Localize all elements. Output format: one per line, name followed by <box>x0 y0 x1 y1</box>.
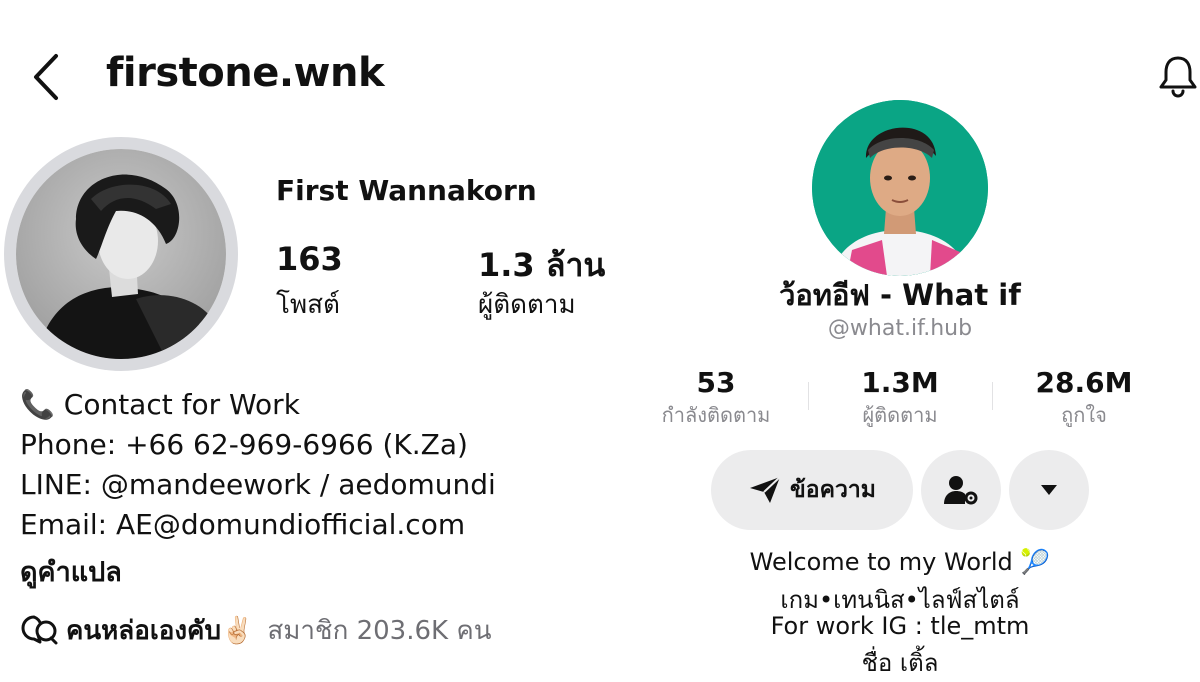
following-stat[interactable]: 53 กำลังติดตาม <box>626 366 806 431</box>
following-label: กำลังติดตาม <box>661 403 771 427</box>
notification-bell-button[interactable] <box>1158 54 1198 98</box>
followers-label: ผู้ติดตาม <box>862 403 938 427</box>
back-icon <box>34 54 58 100</box>
posts-label[interactable]: โพสต์ <box>276 284 340 325</box>
tiktok-display-name: ว้อทอีฟ - What if <box>779 278 1021 312</box>
avatar-photo <box>16 149 226 359</box>
channel-chat-icon <box>21 615 58 645</box>
back-button[interactable] <box>30 52 66 102</box>
tiktok-bio-line: ชื่อ เติ้ล <box>861 649 939 677</box>
user-settings-icon <box>944 476 978 505</box>
message-button[interactable]: ข้อความ <box>711 450 913 530</box>
tiktok-avatar[interactable] <box>812 100 988 276</box>
following-count: 53 <box>696 366 736 399</box>
bio-contact-line: 📞 Contact for Work <box>20 388 300 421</box>
caret-down-icon <box>1041 485 1057 495</box>
bell-icon <box>1159 56 1197 98</box>
tiktok-bio-line: Welcome to my World 🎾 <box>749 548 1051 576</box>
bio-line-id: LINE: @mandeework / aedomundi <box>20 468 496 501</box>
followers-count: 1.3M <box>861 366 939 399</box>
profile-username: firstone.wnk <box>106 50 385 96</box>
followers-label[interactable]: ผู้ติดตาม <box>478 284 576 325</box>
more-options-button[interactable] <box>1009 450 1089 530</box>
avatar-photo <box>812 100 988 276</box>
channel-member-count: สมาชิก 203.6K คน <box>267 615 492 646</box>
bio-email-line[interactable]: Email: AE@domundiofficial.com <box>20 508 465 541</box>
channel-name: คนหล่อเองคับ✌🏻 <box>66 615 254 646</box>
likes-count: 28.6M <box>1035 366 1133 399</box>
followers-stat[interactable]: 1.3M ผู้ติดตาม <box>810 366 990 431</box>
likes-stat[interactable]: 28.6M ถูกใจ <box>994 366 1174 431</box>
profile-full-name: First Wannakorn <box>276 174 537 207</box>
tiktok-handle: @what.if.hub <box>827 316 973 341</box>
friend-settings-button[interactable] <box>921 450 1001 530</box>
tiktok-bio-line: For work IG : tle_mtm <box>770 612 1030 640</box>
stat-divider <box>808 382 809 410</box>
stat-divider <box>992 382 993 410</box>
send-icon <box>750 476 781 503</box>
likes-label: ถูกใจ <box>1061 403 1107 427</box>
message-button-label: ข้อความ <box>790 477 876 503</box>
profile-avatar[interactable] <box>16 149 226 359</box>
broadcast-channel[interactable]: คนหล่อเองคับ✌🏻 สมาชิก 203.6K คน <box>20 610 492 650</box>
posts-count[interactable]: 163 <box>276 240 343 278</box>
bio-phone-line[interactable]: Phone: +66 62-969-6966 (K.Za) <box>20 428 468 461</box>
see-translation-link[interactable]: ดูคำแปล <box>20 550 122 593</box>
